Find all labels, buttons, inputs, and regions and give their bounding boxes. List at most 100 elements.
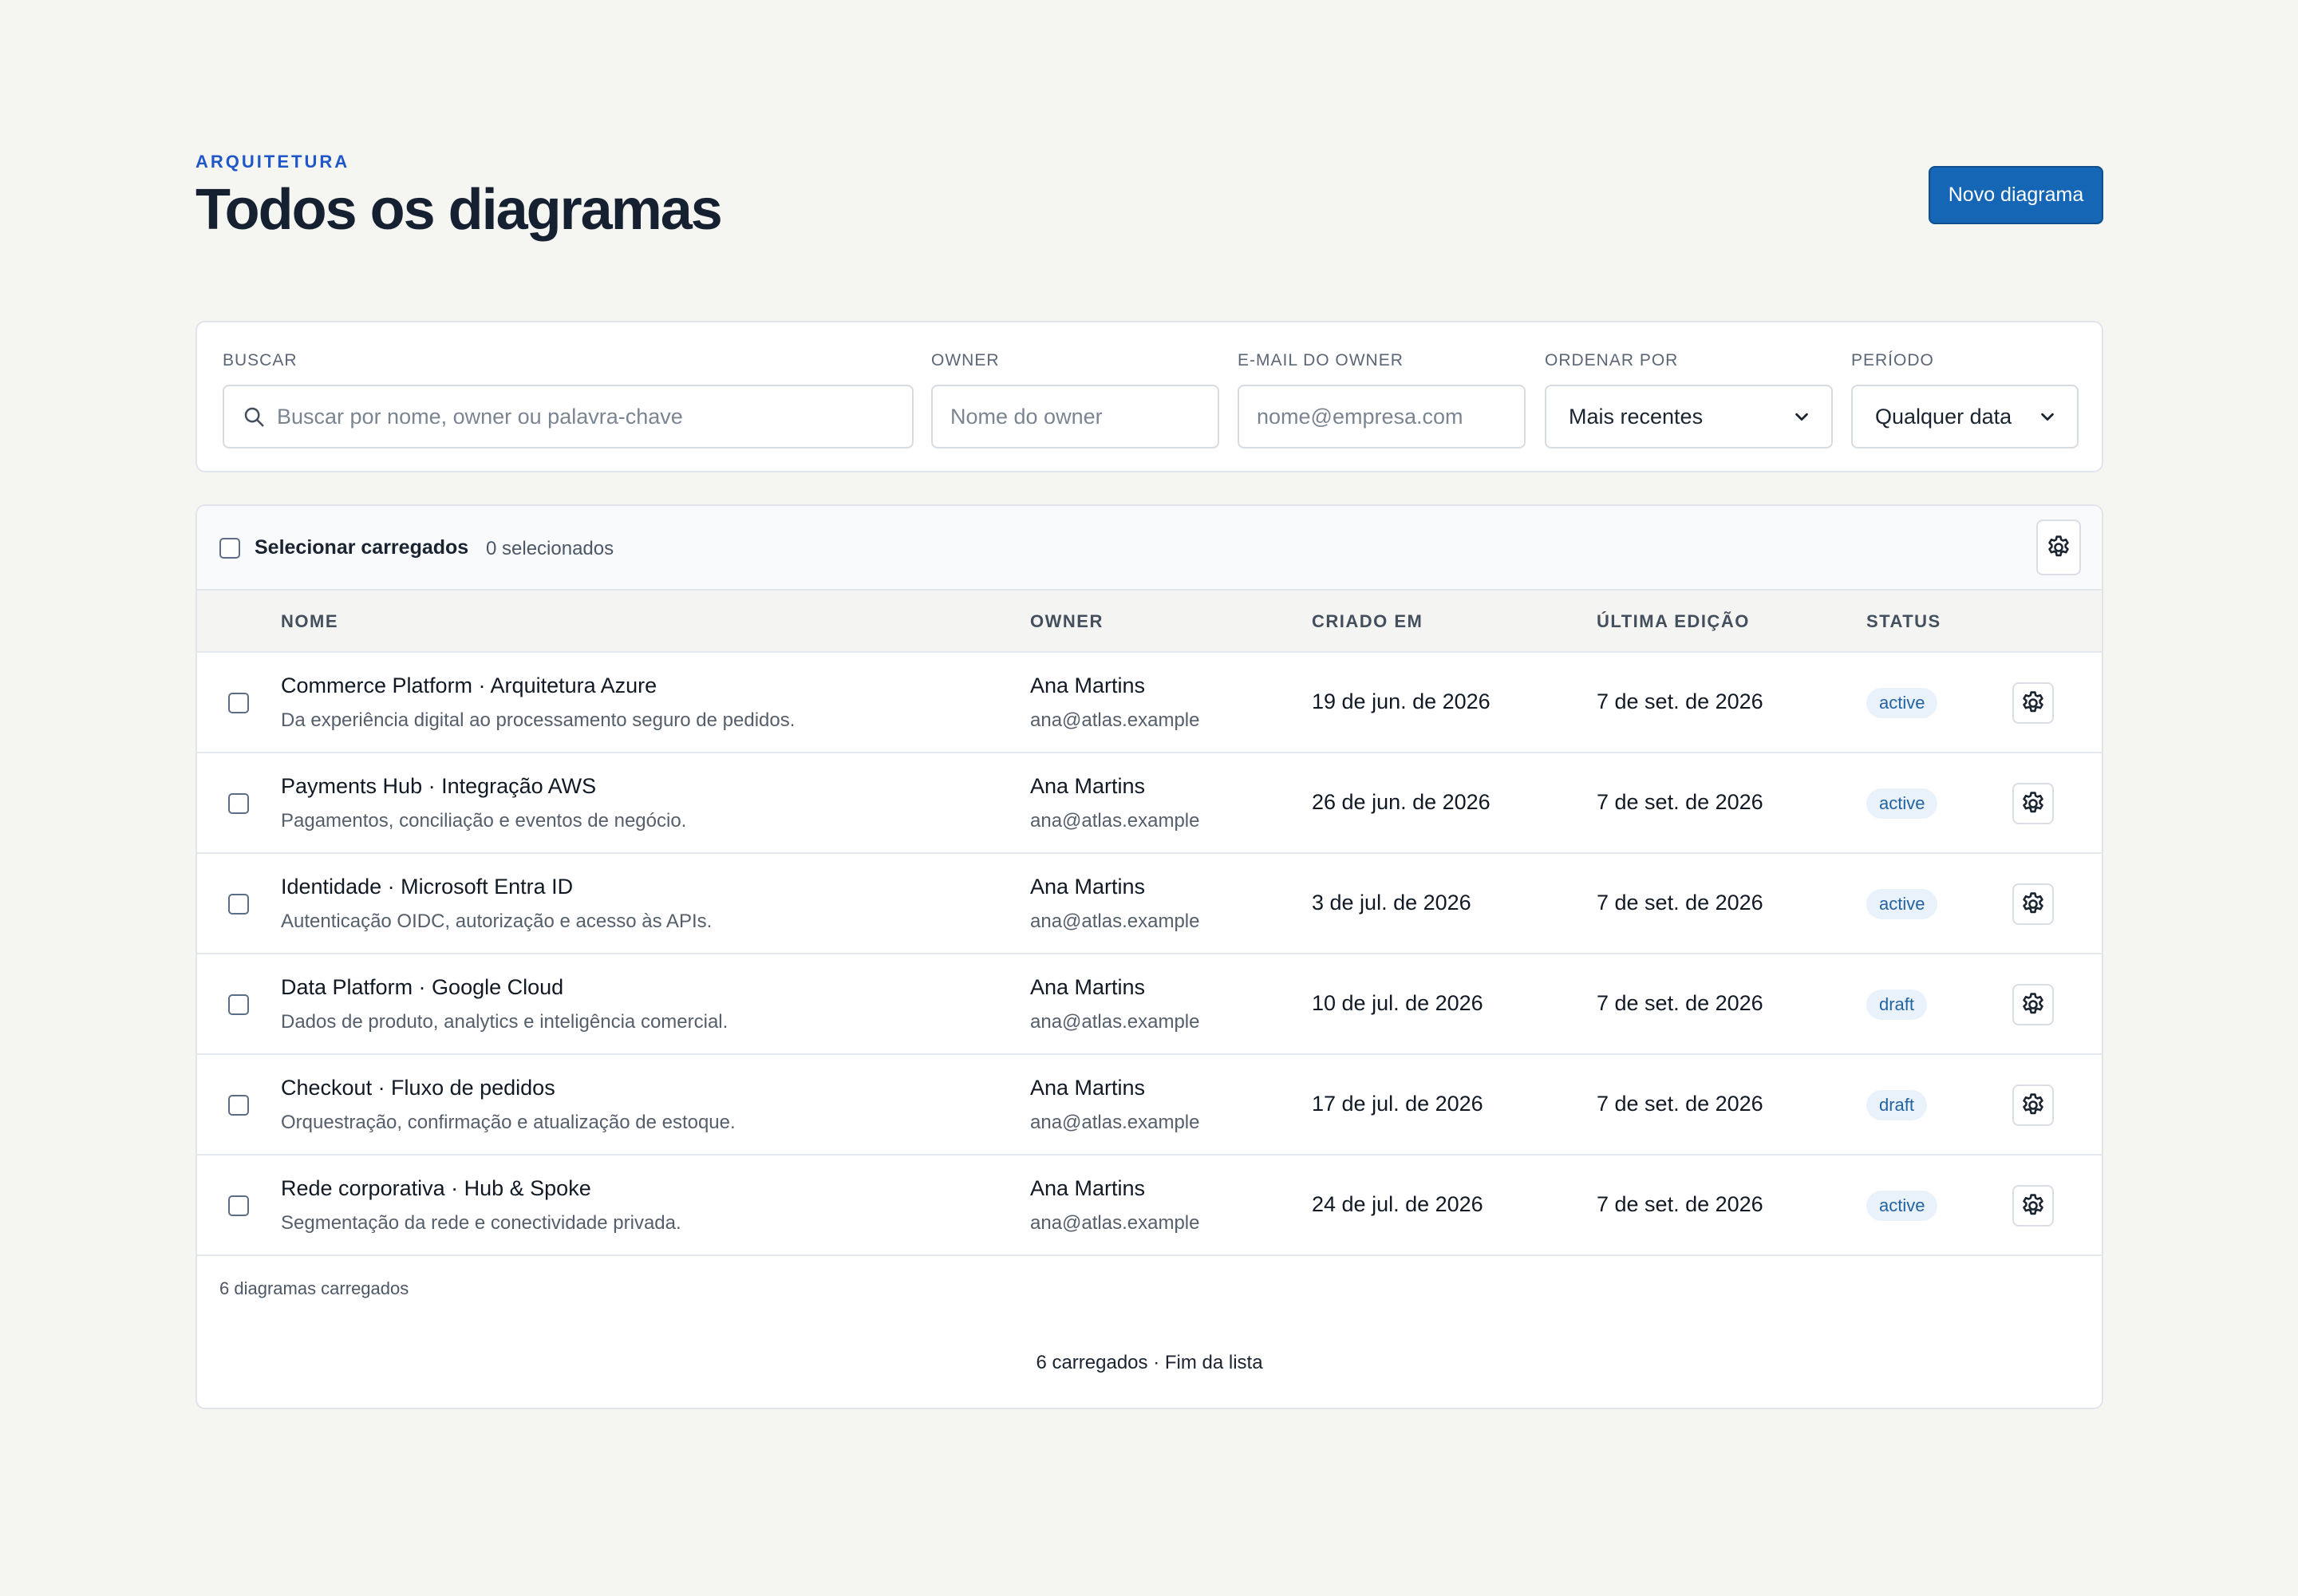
owner-name: Ana Martins bbox=[1030, 1176, 1146, 1200]
search-placeholder: Buscar por nome, owner ou palavra-chave bbox=[277, 404, 683, 429]
status-badge: active bbox=[1866, 1191, 1938, 1221]
table-row[interactable]: Commerce Platform · Arquitetura Azure Da… bbox=[197, 653, 2102, 753]
owner-filter: OWNER Nome do owner bbox=[931, 351, 1219, 448]
row-owner-cell: Ana Martins ana@atlas.example bbox=[1030, 1176, 1199, 1235]
diagram-name[interactable]: Data Platform · Google Cloud bbox=[281, 975, 728, 1000]
status-badge: active bbox=[1866, 788, 1938, 819]
row-checkbox[interactable] bbox=[228, 793, 249, 814]
row-checkbox[interactable] bbox=[228, 1095, 249, 1116]
gear-icon bbox=[2023, 1093, 2043, 1115]
period-select[interactable]: Qualquer data bbox=[1851, 385, 2079, 448]
section-eyebrow: ARQUITETURA bbox=[195, 152, 350, 172]
owner-input[interactable]: Nome do owner bbox=[931, 385, 1219, 448]
owner-email: ana@atlas.example bbox=[1030, 1212, 1200, 1234]
table-row[interactable]: Identidade · Microsoft Entra ID Autentic… bbox=[197, 854, 2102, 954]
diagram-description: Segmentação da rede e conectividade priv… bbox=[281, 1212, 681, 1234]
diagram-name[interactable]: Payments Hub · Integração AWS bbox=[281, 774, 686, 799]
chevron-down-icon bbox=[2041, 413, 2054, 421]
row-owner-cell: Ana Martins ana@atlas.example bbox=[1030, 875, 1199, 933]
row-settings-button[interactable] bbox=[2012, 984, 2054, 1025]
page: ARQUITETURA Todos os diagramas Novo diag… bbox=[0, 0, 2298, 1596]
edited-date: 7 de set. de 2026 bbox=[1597, 991, 1763, 1015]
row-settings-button[interactable] bbox=[2012, 783, 2054, 824]
owner-email: ana@atlas.example bbox=[1030, 709, 1200, 731]
search-icon bbox=[244, 407, 264, 427]
owner-email: ana@atlas.example bbox=[1030, 911, 1200, 932]
search-input[interactable]: Buscar por nome, owner ou palavra-chave bbox=[223, 385, 914, 448]
owner-email-placeholder: nome@empresa.com bbox=[1257, 404, 1463, 429]
period-filter: PERÍODO Qualquer data bbox=[1851, 351, 2079, 448]
end-of-list: 6 carregados · Fim da lista bbox=[1036, 1352, 1263, 1373]
diagram-description: Autenticação OIDC, autorização e acesso … bbox=[281, 911, 713, 932]
edited-date: 7 de set. de 2026 bbox=[1597, 689, 1763, 713]
gear-icon bbox=[2023, 1194, 2043, 1215]
diagram-name[interactable]: Identidade · Microsoft Entra ID bbox=[281, 875, 712, 899]
table-header: NOME OWNER CRIADO EM ÚLTIMA EDIÇÃO STATU… bbox=[197, 591, 2102, 653]
row-checkbox[interactable] bbox=[228, 994, 249, 1015]
row-owner-cell: Ana Martins ana@atlas.example bbox=[1030, 674, 1199, 732]
created-date: 24 de jul. de 2026 bbox=[1312, 1192, 1483, 1216]
select-loaded-label: Selecionar carregados bbox=[255, 536, 469, 559]
row-owner-cell: Ana Martins ana@atlas.example bbox=[1030, 1076, 1199, 1134]
row-settings-button[interactable] bbox=[2012, 1185, 2054, 1227]
row-settings-button[interactable] bbox=[2012, 883, 2054, 925]
diagram-description: Pagamentos, conciliação e eventos de neg… bbox=[281, 810, 687, 832]
sort-filter: ORDENAR POR Mais recentes bbox=[1545, 351, 1833, 448]
status-badge: active bbox=[1866, 889, 1938, 919]
table-row[interactable]: Checkout · Fluxo de pedidos Orquestração… bbox=[197, 1055, 2102, 1156]
edited-date: 7 de set. de 2026 bbox=[1597, 891, 1763, 915]
column-status-header[interactable]: STATUS bbox=[1866, 611, 1941, 632]
period-label: PERÍODO bbox=[1851, 351, 1934, 369]
row-checkbox[interactable] bbox=[228, 894, 249, 915]
diagrams-table: Selecionar carregados 0 selecionados NOM… bbox=[195, 504, 2103, 1409]
diagram-description: Orquestração, confirmação e atualização … bbox=[281, 1112, 736, 1133]
filters-panel: BUSCAR Buscar por nome, owner ou palavra… bbox=[195, 321, 2103, 472]
select-all-checkbox[interactable] bbox=[219, 538, 240, 559]
diagram-name[interactable]: Commerce Platform · Arquitetura Azure bbox=[281, 674, 795, 698]
page-title: Todos os diagramas bbox=[195, 178, 723, 242]
row-settings-button[interactable] bbox=[2012, 682, 2054, 724]
diagram-name[interactable]: Rede corporativa · Hub & Spoke bbox=[281, 1176, 681, 1201]
row-name-cell: Checkout · Fluxo de pedidos Orquestração… bbox=[281, 1076, 736, 1134]
owner-name: Ana Martins bbox=[1030, 1076, 1146, 1100]
owner-name: Ana Martins bbox=[1030, 975, 1146, 999]
column-owner-header[interactable]: OWNER bbox=[1030, 611, 1104, 632]
owner-email: ana@atlas.example bbox=[1030, 810, 1200, 832]
new-diagram-button[interactable]: Novo diagrama bbox=[1929, 166, 2103, 224]
row-checkbox[interactable] bbox=[228, 1195, 249, 1216]
diagram-name[interactable]: Checkout · Fluxo de pedidos bbox=[281, 1076, 736, 1100]
status-badge: draft bbox=[1866, 990, 1928, 1020]
sort-select[interactable]: Mais recentes bbox=[1545, 385, 1833, 448]
table-settings-button[interactable] bbox=[2036, 519, 2081, 575]
diagram-description: Dados de produto, analytics e inteligênc… bbox=[281, 1011, 728, 1033]
row-checkbox[interactable] bbox=[228, 693, 249, 713]
column-created-header[interactable]: CRIADO EM bbox=[1312, 611, 1423, 632]
owner-email-input[interactable]: nome@empresa.com bbox=[1238, 385, 1526, 448]
search-label: BUSCAR bbox=[223, 351, 298, 369]
owner-email-label: E-MAIL DO OWNER bbox=[1238, 351, 1404, 369]
column-edited-header[interactable]: ÚLTIMA EDIÇÃO bbox=[1597, 611, 1750, 632]
owner-name: Ana Martins bbox=[1030, 774, 1146, 798]
gear-icon bbox=[2048, 535, 2069, 557]
row-name-cell: Data Platform · Google Cloud Dados de pr… bbox=[281, 975, 728, 1033]
status-badge: active bbox=[1866, 688, 1938, 718]
owner-label: OWNER bbox=[931, 351, 1000, 369]
loaded-count: 6 diagramas carregados bbox=[219, 1278, 409, 1298]
row-settings-button[interactable] bbox=[2012, 1084, 2054, 1126]
edited-date: 7 de set. de 2026 bbox=[1597, 1092, 1763, 1116]
table-row[interactable]: Rede corporativa · Hub & Spoke Segmentaç… bbox=[197, 1156, 2102, 1256]
table-row[interactable]: Data Platform · Google Cloud Dados de pr… bbox=[197, 954, 2102, 1055]
row-name-cell: Commerce Platform · Arquitetura Azure Da… bbox=[281, 674, 795, 732]
owner-placeholder: Nome do owner bbox=[950, 404, 1103, 429]
owner-email: ana@atlas.example bbox=[1030, 1112, 1200, 1133]
column-name-header[interactable]: NOME bbox=[281, 611, 338, 632]
diagram-description: Da experiência digital ao processamento … bbox=[281, 709, 796, 731]
owner-email-filter: E-MAIL DO OWNER nome@empresa.com bbox=[1238, 351, 1526, 448]
edited-date: 7 de set. de 2026 bbox=[1597, 790, 1763, 814]
gear-icon bbox=[2023, 993, 2043, 1014]
table-row[interactable]: Payments Hub · Integração AWS Pagamentos… bbox=[197, 753, 2102, 854]
row-owner-cell: Ana Martins ana@atlas.example bbox=[1030, 774, 1199, 832]
status-badge: draft bbox=[1866, 1090, 1928, 1120]
sort-value: Mais recentes bbox=[1569, 404, 1704, 429]
sort-label: ORDENAR POR bbox=[1545, 351, 1679, 369]
